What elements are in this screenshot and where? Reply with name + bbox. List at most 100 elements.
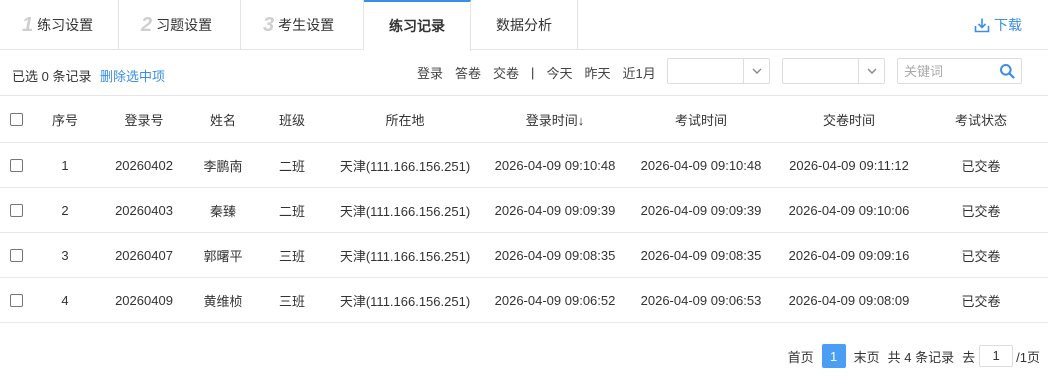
header-class: 班级 <box>278 113 305 128</box>
filter-login[interactable]: 登录 <box>417 63 443 82</box>
table-row: 4 20260409 黄维桢 三班 天津(111.166.156.251) 20… <box>0 278 1048 323</box>
row-select-cell <box>0 143 32 187</box>
select-all-cell <box>0 97 32 142</box>
cell-submit-time: 2026-04-09 09:09:16 <box>788 247 910 263</box>
chevron-down-icon[interactable] <box>743 59 769 83</box>
goto-page-input[interactable]: 1 <box>979 345 1014 367</box>
toolbar: 已选 0 条记录 删除选中项 登录 答卷 交卷 | 今天 昨天 近1月 <box>0 50 1048 96</box>
row-select-cell <box>0 188 32 232</box>
filter-answer[interactable]: 答卷 <box>455 63 481 82</box>
cell-name: 李鹏南 <box>203 158 243 174</box>
cell-submit-time: 2026-04-09 09:10:06 <box>788 202 910 218</box>
tab-examinee-settings[interactable]: 3 考生设置 <box>241 0 364 50</box>
cell-index: 3 <box>61 247 69 263</box>
cell-index: 1 <box>61 157 69 173</box>
records-table: 序号 登录号 姓名 班级 所在地 登录时间↓ 考试时间 交卷时间 考试状态 1 … <box>0 97 1048 323</box>
header-exam-time: 考试时间 <box>674 113 727 128</box>
cell-status: 已交卷 <box>961 203 1001 219</box>
current-page-button[interactable]: 1 <box>821 344 846 368</box>
cell-exam-time: 2026-04-09 09:08:35 <box>640 247 762 263</box>
end-date-select[interactable] <box>782 58 885 84</box>
search-input[interactable] <box>898 59 996 83</box>
cell-class: 三班 <box>278 248 305 264</box>
delete-selected-link[interactable]: 删除选中项 <box>100 66 165 85</box>
row-checkbox[interactable] <box>9 203 23 217</box>
table-row: 2 20260403 秦臻 二班 天津(111.166.156.251) 202… <box>0 188 1048 233</box>
cell-login-time: 2026-04-09 09:09:39 <box>494 202 616 218</box>
total-pages: /1页 <box>1016 349 1040 365</box>
cell-location: 天津(111.166.156.251) <box>339 158 471 174</box>
range-today[interactable]: 今天 <box>546 63 572 82</box>
cell-exam-time: 2026-04-09 09:09:39 <box>640 202 762 218</box>
selected-count: 已选 0 条记录 <box>12 69 92 84</box>
cell-login-id: 20260409 <box>115 292 173 308</box>
cell-index: 2 <box>61 202 69 218</box>
search-box <box>897 58 1022 84</box>
cell-class: 二班 <box>278 203 305 219</box>
header-login-time[interactable]: 登录时间↓ <box>482 97 628 142</box>
step-number: 1 <box>22 14 34 36</box>
tab-label: 考生设置 <box>278 17 335 33</box>
cell-index: 4 <box>61 292 69 308</box>
tab-data-analysis[interactable]: 数据分析 <box>471 0 578 50</box>
cell-submit-time: 2026-04-09 09:11:12 <box>789 157 909 173</box>
cell-class: 二班 <box>278 158 305 174</box>
filter-submit[interactable]: 交卷 <box>493 63 519 82</box>
download-icon <box>974 18 990 33</box>
cell-exam-time: 2026-04-09 09:06:53 <box>640 292 762 308</box>
tab-label: 数据分析 <box>496 17 552 33</box>
tab-question-settings[interactable]: 2 习题设置 <box>119 0 241 50</box>
cell-name: 黄维桢 <box>203 293 243 309</box>
range-yesterday[interactable]: 昨天 <box>584 63 610 82</box>
cell-login-time: 2026-04-09 09:08:35 <box>494 247 616 263</box>
pagination: 首页 1 末页 共 4 条记录 去 1 /1页 <box>788 344 1040 368</box>
step-number: 3 <box>263 14 275 36</box>
header-location: 所在地 <box>385 113 425 128</box>
cell-location: 天津(111.166.156.251) <box>339 203 471 219</box>
row-checkbox[interactable] <box>9 248 23 262</box>
cell-exam-time: 2026-04-09 09:10:48 <box>640 157 762 173</box>
row-checkbox[interactable] <box>9 158 23 172</box>
first-page-link[interactable]: 首页 <box>788 347 814 366</box>
chevron-down-icon[interactable] <box>858 59 884 83</box>
header-login-id: 登录号 <box>124 113 164 128</box>
tab-label: 练习设置 <box>37 17 94 33</box>
total-records: 共 4 条记录 <box>887 349 955 365</box>
tab-practice-settings[interactable]: 1 练习设置 <box>0 0 119 50</box>
cell-login-id: 20260407 <box>115 247 173 263</box>
cell-location: 天津(111.166.156.251) <box>339 248 471 264</box>
time-filters: 登录 答卷 交卷 | 今天 昨天 近1月 <box>417 63 668 82</box>
range-last-month[interactable]: 近1月 <box>622 63 655 82</box>
search-icon[interactable] <box>999 63 1015 79</box>
tab-practice-records[interactable]: 练习记录 <box>364 0 471 51</box>
header-index: 序号 <box>51 113 78 128</box>
table-row: 3 20260407 郭曙平 三班 天津(111.166.156.251) 20… <box>0 233 1048 278</box>
cell-submit-time: 2026-04-09 09:08:09 <box>788 292 910 308</box>
cell-login-time: 2026-04-09 09:10:48 <box>494 157 616 173</box>
filter-separator: | <box>531 65 535 80</box>
table-row: 1 20260402 李鹏南 二班 天津(111.166.156.251) 20… <box>0 143 1048 188</box>
cell-login-id: 20260402 <box>115 157 173 173</box>
table-header: 序号 登录号 姓名 班级 所在地 登录时间↓ 考试时间 交卷时间 考试状态 <box>0 97 1048 143</box>
cell-status: 已交卷 <box>961 248 1001 264</box>
tab-bar: 1 练习设置 2 习题设置 3 考生设置 练习记录 数据分析 下载 <box>0 0 1048 51</box>
tab-label: 练习记录 <box>389 18 445 34</box>
select-all-checkbox[interactable] <box>9 113 23 126</box>
header-name: 姓名 <box>209 113 236 128</box>
download-button[interactable]: 下载 <box>974 16 1022 34</box>
cell-class: 三班 <box>278 293 305 309</box>
cell-status: 已交卷 <box>961 158 1001 174</box>
header-status: 考试状态 <box>954 113 1007 128</box>
row-checkbox[interactable] <box>9 293 23 307</box>
cell-login-id: 20260403 <box>115 202 173 218</box>
cell-name: 秦臻 <box>209 203 236 219</box>
cell-location: 天津(111.166.156.251) <box>339 293 471 309</box>
cell-login-time: 2026-04-09 09:06:52 <box>494 292 616 308</box>
download-label: 下载 <box>994 17 1022 33</box>
tab-label: 习题设置 <box>156 17 213 33</box>
cell-name: 郭曙平 <box>203 248 243 264</box>
start-date-select[interactable] <box>667 58 770 84</box>
header-submit-time: 交卷时间 <box>822 113 875 128</box>
last-page-link[interactable]: 末页 <box>854 347 880 366</box>
row-select-cell <box>0 233 32 277</box>
